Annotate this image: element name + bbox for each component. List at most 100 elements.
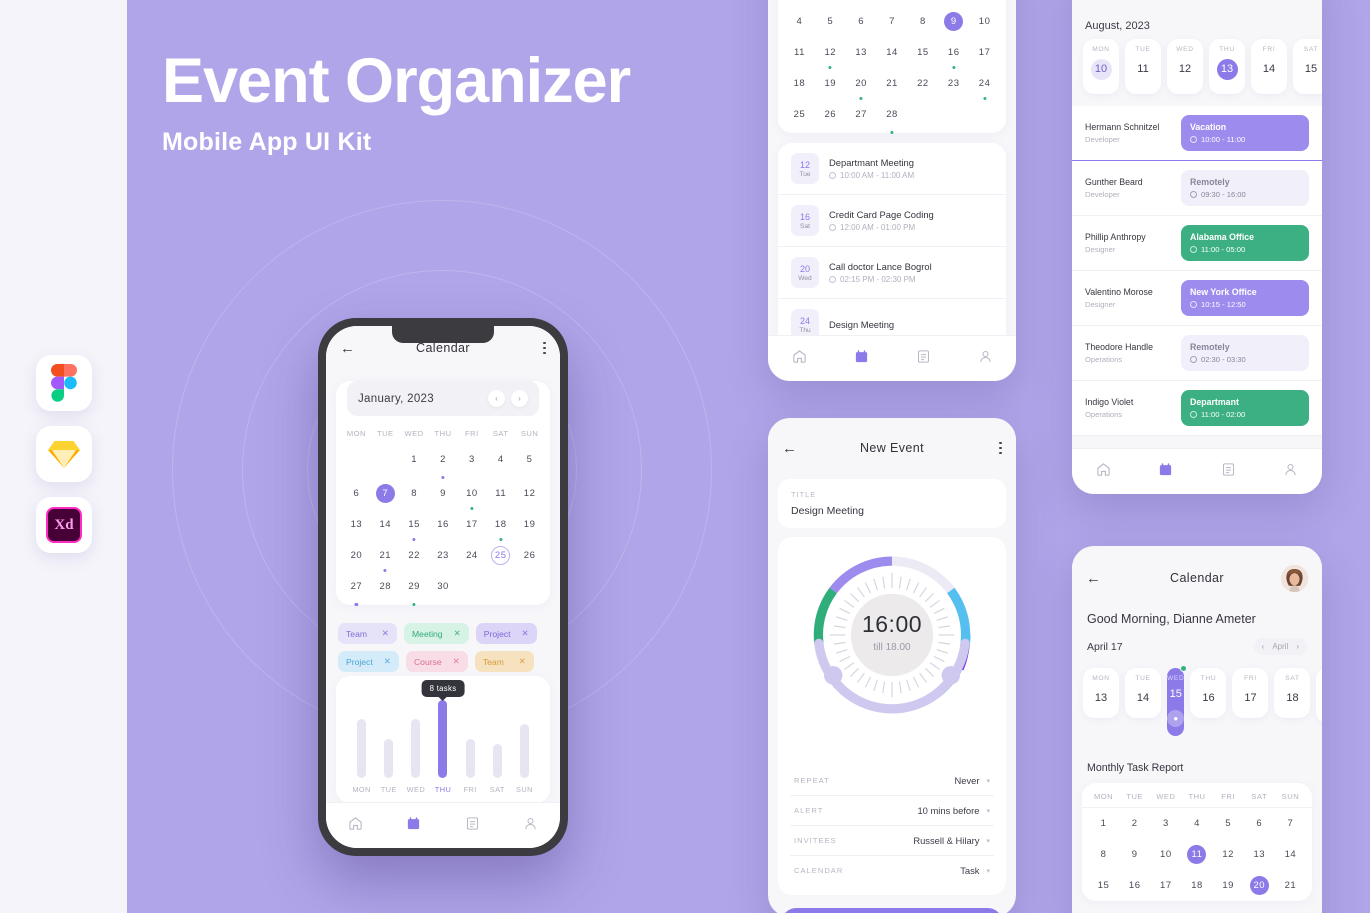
calendar-day-cell[interactable]: 14 [1275,839,1306,870]
schedule-row[interactable]: Theodore Handle Operations Remotely 02:30 -… [1072,326,1322,381]
calendar-day-cell[interactable]: 23 [429,540,458,571]
day-strip-item[interactable]: SAT 15 [1293,39,1322,94]
calendar-day-cell[interactable]: 16 [938,37,969,69]
calendar-day-cell[interactable]: 21 [1275,870,1306,901]
calendar-day-cell[interactable]: 15 [907,37,938,68]
calendar-day-cell[interactable]: 4 [486,444,515,478]
close-icon[interactable]: ✕ [453,656,460,667]
calendar-day-cell[interactable]: 23 [938,68,969,99]
calendar-day-cell[interactable]: 1 [1088,808,1119,839]
list-icon[interactable] [465,816,480,836]
chevron-down-icon[interactable]: ▾ [986,867,990,875]
agenda-event-row[interactable]: 20 Wed Call doctor Lance Bogrol 02:15 PM - … [778,247,1006,299]
calendar-day-cell[interactable]: 19 [815,68,846,99]
calendar-day-cell[interactable]: 3 [1150,808,1181,839]
day-strip-item[interactable]: THU 13 [1209,39,1245,94]
calendar-day-cell[interactable]: 5 [815,6,846,37]
chevron-down-icon[interactable]: ▾ [986,807,990,815]
adobe-xd-logo-tile[interactable]: Xd [36,497,92,553]
day-strip-item[interactable]: S [1316,668,1322,723]
prev-month-button[interactable]: ‹ [488,390,505,407]
calendar-day-cell[interactable]: 2 [1119,808,1150,839]
day-strip-item[interactable]: WED 12 [1167,39,1203,94]
schedule-row[interactable]: Gunther Beard Developer Remotely 09:30 - 16… [1072,161,1322,216]
agenda-event-row[interactable]: 16 Sat Credit Card Page Coding 12:00 AM - 0… [778,195,1006,247]
calendar-day-cell[interactable]: 5 [1213,808,1244,839]
figma-logo-tile[interactable] [36,355,92,411]
calendar-day-cell[interactable]: 16 [429,509,458,540]
calendar-day-cell[interactable]: 26 [515,540,544,571]
event-setting-row[interactable]: INVITEES Russell & Hilary ▾ [790,826,994,856]
status-badge[interactable]: Vacation 10:00 - 11:00 [1181,115,1309,151]
month-picker[interactable]: ‹ April › [1253,638,1307,655]
bell-icon[interactable]: ● [1167,710,1185,727]
calendar-day-cell[interactable]: 6 [342,478,371,509]
calendar-day-cell[interactable]: 20 [846,68,877,100]
profile-icon[interactable] [523,816,538,836]
calendar-day-cell[interactable]: 22 [907,68,938,99]
calendar-day-cell[interactable]: 2 [429,444,458,479]
arrow-left-icon[interactable]: ← [1086,571,1101,586]
calendar-day-cell[interactable]: 10 [457,478,486,510]
calendar-day-cell[interactable]: 20 [342,540,371,571]
sketch-logo-tile[interactable] [36,426,92,482]
calendar-day-cell[interactable]: 24 [969,68,1000,100]
tag-chip[interactable]: Team ✕ [474,651,534,672]
calendar-day-cell[interactable]: 1 [400,444,429,478]
calendar-day-cell[interactable]: 26 [815,99,846,133]
chevron-down-icon[interactable]: ▾ [986,777,990,785]
day-strip-item[interactable]: MON 13 [1083,668,1119,718]
event-setting-row[interactable]: CALENDAR Task ▾ [790,856,994,885]
calendar-day-cell[interactable]: 12 [1213,839,1244,870]
schedule-row[interactable]: Phillip Anthropy Designer Alabama Office 11… [1072,216,1322,271]
calendar-day-cell[interactable]: 5 [515,444,544,478]
calendar-day-cell[interactable]: 28 [877,99,908,134]
chart-bar-column[interactable]: THU [429,699,456,794]
home-icon[interactable] [348,816,363,836]
status-badge[interactable]: Departmant 11:00 - 02:00 [1181,390,1309,426]
chevron-down-icon[interactable]: ▾ [986,837,990,845]
chart-bar-column[interactable]: MON [348,719,375,794]
calendar-day-cell[interactable]: 27 [846,99,877,133]
day-strip-item[interactable]: TUE 14 [1125,668,1161,718]
calendar-day-cell[interactable]: 3 [457,444,486,478]
more-vertical-icon[interactable] [999,441,1002,455]
schedule-row[interactable]: Indigo Violet Operations Departmant 11:00 -… [1072,381,1322,436]
calendar-day-cell[interactable]: 25 [784,99,815,133]
chart-bar-column[interactable]: FRI [457,738,484,794]
calendar-day-cell[interactable]: 22 [400,540,429,571]
event-setting-row[interactable]: ALERT 10 mins before ▾ [790,796,994,826]
calendar-day-cell[interactable]: 18 [784,68,815,99]
add-task-button[interactable]: ADD TASK [781,908,1003,913]
agenda-event-row[interactable]: 12 Tue Departmant Meeting 10:00 AM - 11:00 … [778,143,1006,195]
close-icon[interactable]: ✕ [454,628,461,639]
calendar-day-cell[interactable]: 13 [1244,839,1275,870]
next-month-button[interactable]: › [511,390,528,407]
profile-icon[interactable] [1283,462,1298,482]
chart-bar-column[interactable]: SUN [511,724,538,794]
calendar-day-cell[interactable]: 8 [400,478,429,509]
day-strip-item-selected[interactable]: WED 15 ● [1167,665,1188,736]
calendar-day-cell[interactable]: 9 [938,6,969,37]
close-icon[interactable]: ✕ [382,628,389,639]
status-badge[interactable]: New York Office 10:15 - 12:50 [1181,280,1309,316]
chart-bar-column[interactable]: SAT [484,743,511,794]
calendar-day-cell[interactable]: 8 [907,6,938,37]
calendar-day-cell[interactable]: 17 [457,509,486,540]
calendar-icon[interactable] [406,816,421,836]
calendar-day-cell[interactable]: 19 [515,509,544,540]
calendar-day-cell[interactable]: 18 [486,509,515,541]
calendar-day-cell[interactable]: 17 [1150,870,1181,901]
calendar-day-cell[interactable]: 17 [969,37,1000,68]
calendar-day-cell[interactable]: 30 [429,571,458,605]
calendar-day-cell[interactable]: 12 [815,37,846,69]
close-icon[interactable]: ✕ [522,628,529,639]
calendar-day-cell[interactable]: 11 [1181,839,1212,870]
close-icon[interactable]: ✕ [519,656,526,667]
chart-bar-column[interactable]: WED [402,719,429,794]
tag-chip[interactable]: Meeting ✕ [404,623,469,644]
day-strip-item[interactable]: FRI 14 [1251,39,1287,94]
month-selector[interactable]: January, 2023 ‹ › [347,381,539,416]
calendar-day-cell[interactable]: 13 [342,509,371,540]
calendar-day-cell[interactable]: 25 [486,540,515,571]
